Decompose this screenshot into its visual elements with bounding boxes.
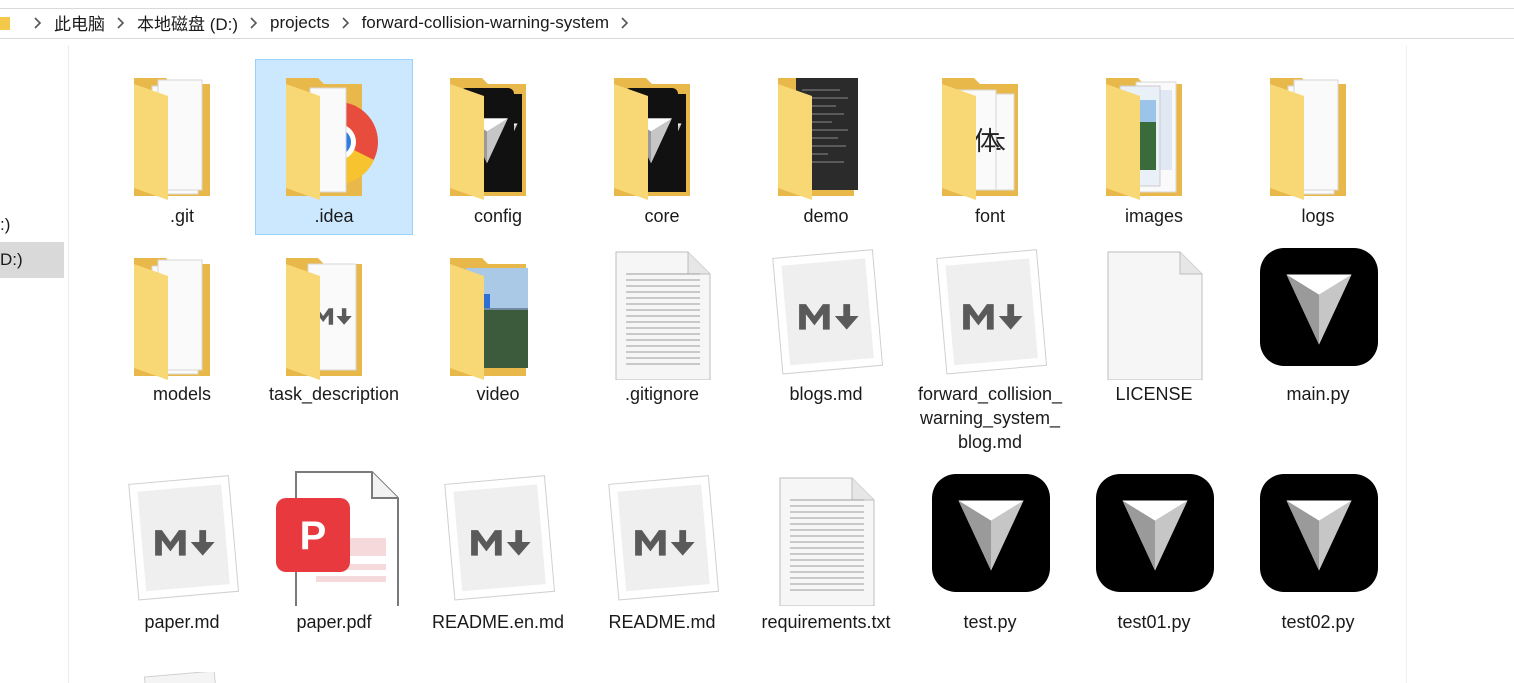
folder-video-icon (450, 258, 528, 380)
breadcrumb-item[interactable]: 本地磁盘 (D:) (137, 10, 238, 35)
file-item[interactable]: test01.py (1075, 465, 1233, 655)
file-name: logs (1301, 206, 1335, 226)
chevron-right-icon[interactable] (619, 16, 629, 30)
folder-code-icon (778, 78, 858, 200)
file-name: .git (169, 206, 194, 226)
file-item[interactable]: LICENSE (1075, 239, 1233, 459)
folder-app-icon (450, 78, 526, 200)
file-item[interactable]: models (103, 239, 261, 459)
file-name: .idea (314, 206, 354, 226)
chevron-right-icon[interactable] (32, 16, 42, 30)
file-name: .gitignore (624, 384, 700, 404)
address-bar[interactable]: 此电脑 本地磁盘 (D:) projects forward-collision… (0, 0, 1514, 45)
file-item[interactable]: images (1075, 59, 1233, 235)
markdown-file-icon (128, 475, 240, 601)
file-item[interactable]: test.py (911, 465, 1069, 655)
file-item[interactable]: Ppaper.pdf (255, 465, 413, 655)
file-item[interactable]: logs (1239, 59, 1397, 235)
breadcrumb-item[interactable]: 此电脑 (54, 10, 105, 35)
markdown-file-icon (772, 249, 884, 375)
navigation-pane[interactable]: :) D:) (0, 45, 69, 683)
markdown-file-icon (444, 475, 556, 601)
file-name: test.py (963, 612, 1017, 632)
file-name: video (476, 384, 520, 404)
file-name: README.md (608, 612, 716, 632)
pdf-file-icon: P (276, 471, 399, 606)
nav-item-drive[interactable]: :) (0, 207, 64, 243)
file-name: forward_collision_warning_system_blog.md (917, 384, 1063, 452)
file-list[interactable]: .git .idea config core demo font images … (69, 45, 1406, 683)
folder-images-icon (1106, 78, 1182, 200)
details-gutter (1406, 45, 1514, 683)
blank-file-icon (1107, 251, 1203, 380)
file-item[interactable]: README.md (583, 465, 741, 655)
nav-item-label: D:) (0, 250, 23, 269)
python-app-icon (1260, 248, 1378, 366)
file-item[interactable]: paper.md (103, 465, 261, 655)
folder-app-icon (614, 78, 690, 200)
file-item[interactable]: core (583, 59, 741, 235)
folder-icon (134, 78, 210, 200)
file-name: paper.md (144, 612, 220, 632)
file-item[interactable]: main.py (1239, 239, 1397, 459)
breadcrumb: 此电脑 本地磁盘 (D:) projects forward-collision… (0, 0, 641, 45)
markdown-file-icon (936, 249, 1048, 375)
file-item[interactable]: README.en.md (419, 465, 577, 655)
folder-chrome-icon (286, 78, 378, 200)
nav-item-drive-d[interactable]: D:) (0, 242, 64, 278)
file-name: test01.py (1117, 612, 1191, 632)
file-item[interactable]: config (419, 59, 577, 235)
file-item[interactable]: task_description (255, 239, 413, 459)
file-name: font (974, 206, 1006, 226)
file-item[interactable]: test02.py (1239, 465, 1397, 655)
file-name: requirements.txt (761, 612, 891, 632)
file-name: paper.pdf (296, 612, 372, 632)
markdown-file-icon (143, 671, 217, 683)
file-name: demo (803, 206, 849, 226)
file-name: models (152, 384, 212, 404)
folder-icon (1270, 78, 1346, 200)
file-item[interactable]: demo (747, 59, 905, 235)
file-item[interactable]: blogs.md (747, 239, 905, 459)
file-name: test02.py (1281, 612, 1355, 632)
file-name: core (644, 206, 680, 226)
file-name: README.en.md (431, 612, 565, 632)
file-name: main.py (1286, 384, 1350, 404)
nav-item-label: :) (0, 215, 11, 234)
file-item[interactable]: requirements.txt (747, 465, 905, 655)
svg-text:P: P (300, 514, 327, 558)
text-file-icon (779, 477, 875, 606)
file-name: images (1124, 206, 1184, 226)
file-name: blogs.md (789, 384, 863, 404)
file-name: task_description (268, 384, 400, 404)
text-file-icon (615, 251, 711, 380)
python-app-icon (932, 474, 1050, 592)
file-item[interactable]: 本 简体 font (911, 59, 1069, 235)
folder-font-icon: 本 简体 (942, 78, 1018, 200)
breadcrumb-item[interactable]: projects (270, 13, 330, 33)
markdown-file-icon (608, 475, 720, 601)
python-app-icon (1096, 474, 1214, 592)
folder-icon (134, 258, 210, 380)
file-name: LICENSE (1115, 384, 1193, 404)
python-app-icon (1260, 474, 1378, 592)
folder-icon (0, 16, 10, 30)
file-name: config (473, 206, 523, 226)
chevron-right-icon[interactable] (115, 16, 125, 30)
breadcrumb-item[interactable]: forward-collision-warning-system (362, 13, 610, 33)
file-item[interactable]: .git (103, 59, 261, 235)
partial-file-item[interactable] (135, 671, 225, 683)
chevron-right-icon[interactable] (340, 16, 350, 30)
file-item[interactable]: .gitignore (583, 239, 741, 459)
file-item[interactable]: video (419, 239, 577, 459)
file-item[interactable]: forward_collision_warning_system_blog.md (911, 239, 1069, 459)
file-item[interactable]: .idea (255, 59, 413, 235)
chevron-right-icon[interactable] (248, 16, 258, 30)
folder-markdown-icon (286, 258, 362, 380)
